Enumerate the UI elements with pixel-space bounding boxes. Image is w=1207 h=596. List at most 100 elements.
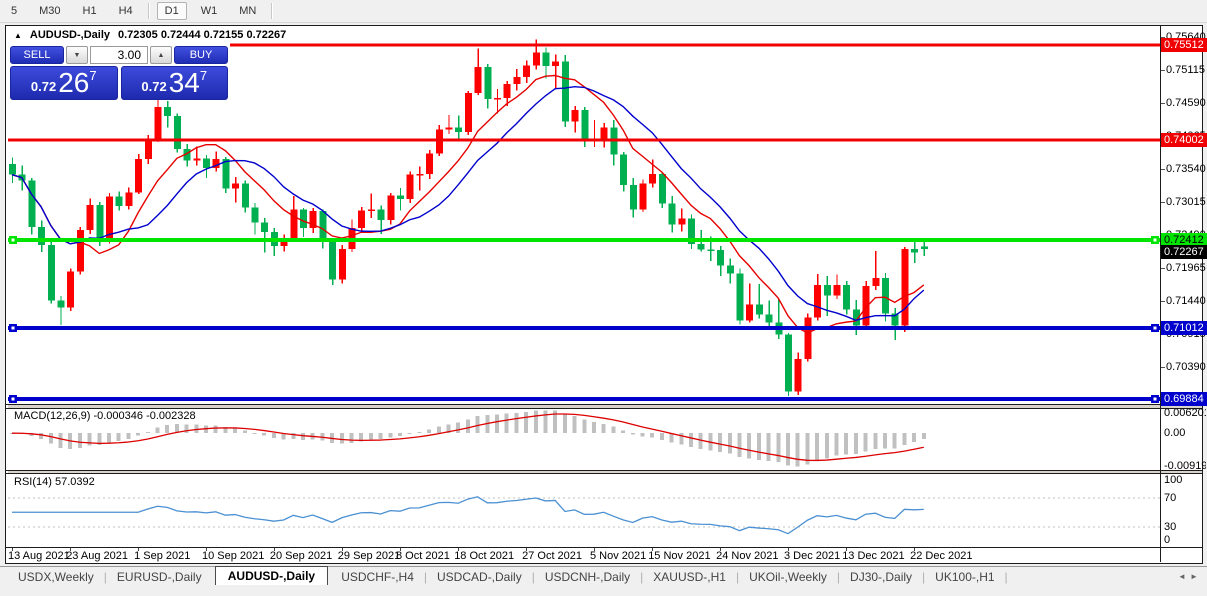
chart-tab-eurusddaily[interactable]: EURUSD-,Daily <box>107 569 212 585</box>
time-tick-label: 15 Nov 2021 <box>648 550 711 562</box>
tab-scroll-right-icon[interactable]: ► <box>1190 572 1198 581</box>
chart-tab-bar: USDX,Weekly|EURUSD-,Daily|AUDUSD-,Daily|… <box>0 565 1207 586</box>
time-tick-label: 5 Nov 2021 <box>590 550 647 562</box>
sell-price-prefix: 0.72 <box>30 79 57 94</box>
chart-ohlc-values: 0.72305 0.72444 0.72155 0.72267 <box>118 29 287 41</box>
time-tick-label: 18 Oct 2021 <box>454 550 515 562</box>
chart-title: ▲ AUDUSD-,Daily 0.72305 0.72444 0.72155 … <box>14 29 286 41</box>
timeframe-button-5[interactable]: 5 <box>3 2 25 20</box>
time-tick-label: 24 Nov 2021 <box>716 550 779 562</box>
price-badge-0.72267: 0.72267 <box>1161 245 1207 260</box>
one-click-trade-panel: SELL ▼ 3.00 ▲ BUY 0.72 26 7 0.72 34 7 <box>10 46 228 101</box>
price-tick-label: 0.74590 <box>1166 97 1206 110</box>
price-tick-label: 0.71440 <box>1166 295 1206 308</box>
spinner-down-icon: ▼ <box>73 51 81 59</box>
rsi-scale-label: 100 <box>1164 474 1183 486</box>
rsi-scale-label: 0 <box>1164 534 1171 546</box>
chart-tab-dj30daily[interactable]: DJ30-,Daily <box>840 569 922 585</box>
time-tick-label: 1 Sep 2021 <box>134 550 191 562</box>
buy-price-pips: 34 <box>168 67 200 98</box>
sell-price-pips: 26 <box>58 67 90 98</box>
chart-tab-ukoilweekly[interactable]: UKOil-,Weekly <box>739 569 837 585</box>
time-tick-label: 10 Sep 2021 <box>202 550 265 562</box>
line-handle[interactable] <box>9 236 17 244</box>
chart-tab-usdchfh4[interactable]: USDCHF-,H4 <box>331 569 424 585</box>
time-tick-label: 22 Dec 2021 <box>910 550 973 562</box>
line-handle[interactable] <box>1151 324 1159 333</box>
tab-separator: | <box>1004 569 1008 584</box>
price-badge-0.74002: 0.74002 <box>1161 133 1207 147</box>
sell-price-button[interactable]: 0.72 26 7 <box>10 66 118 100</box>
price-tick-mark <box>1161 103 1165 105</box>
time-tick-label: 13 Dec 2021 <box>842 550 905 562</box>
chart-tab-usdcaddaily[interactable]: USDCAD-,Daily <box>427 569 532 585</box>
timeframe-button-h4[interactable]: H4 <box>111 2 141 20</box>
price-axis-border <box>1160 26 1161 562</box>
macd-scale-label: 0.006201 <box>1164 407 1206 419</box>
macd-scale-label: 0.00 <box>1164 427 1186 440</box>
price-tick-mark <box>1161 367 1165 369</box>
price-tick-mark <box>1161 70 1165 71</box>
timeframe-toolbar: 5 M30 H1 H4 D1 W1 MN <box>0 0 1207 23</box>
price-tick-label: 0.71965 <box>1166 262 1206 275</box>
price-tick-label: 0.73015 <box>1166 196 1206 209</box>
timeframe-button-m30[interactable]: M30 <box>31 2 68 20</box>
sell-button[interactable]: SELL <box>10 46 64 64</box>
window-collapse-icon[interactable]: ▲ <box>14 31 22 40</box>
mt-terminal: { "toolbar": { "timeframes": ["5","M30",… <box>0 0 1207 596</box>
rsi-plot[interactable] <box>8 473 1160 547</box>
rsi-bottom-border <box>6 547 1202 548</box>
line-handle[interactable] <box>9 394 17 403</box>
time-tick-label: 23 Aug 2021 <box>66 550 128 562</box>
spinner-up-icon: ▲ <box>157 51 165 59</box>
timeframe-button-h1[interactable]: H1 <box>75 2 105 20</box>
toolbar-separator <box>147 3 150 19</box>
timeframe-button-mn[interactable]: MN <box>231 2 264 20</box>
price-tick-mark <box>1161 268 1165 270</box>
line-handle[interactable] <box>1151 236 1159 244</box>
tab-scroll-left-icon[interactable]: ◄ <box>1178 572 1186 581</box>
time-tick-label: 29 Sep 2021 <box>337 550 401 562</box>
chart-tab-audusddaily[interactable]: AUDUSD-,Daily <box>214 565 329 586</box>
chart-tab-uk100h1[interactable]: UK100-,H1 <box>925 569 1004 585</box>
price-badge-0.75512: 0.75512 <box>1161 38 1207 53</box>
status-bar <box>0 585 1207 596</box>
price-tick-mark <box>1161 169 1165 171</box>
chart-tab-xauusdh1[interactable]: XAUUSD-,H1 <box>643 569 736 585</box>
volume-input[interactable]: 3.00 <box>90 46 148 64</box>
buy-button[interactable]: BUY <box>174 46 228 64</box>
macd-top-border <box>6 408 1202 409</box>
price-tick-mark <box>1161 202 1165 204</box>
toolbar-separator <box>271 3 274 19</box>
time-tick-label: 13 Aug 2021 <box>8 550 70 562</box>
time-tick-label: 8 Oct 2021 <box>396 550 450 562</box>
chart-symbol-label: AUDUSD-,Daily <box>29 29 110 41</box>
timeframe-button-d1[interactable]: D1 <box>156 2 187 20</box>
line-handle[interactable] <box>9 324 17 333</box>
time-tick-label: 27 Oct 2021 <box>522 550 583 562</box>
price-tick-label: 0.75115 <box>1166 64 1205 76</box>
rsi-scale-label: 70 <box>1164 491 1177 504</box>
buy-price-button[interactable]: 0.72 34 7 <box>120 66 228 100</box>
price-tick-label: 0.70390 <box>1166 361 1206 374</box>
sell-price-point: 7 <box>89 68 97 83</box>
volume-decrease-button[interactable]: ▼ <box>66 46 88 64</box>
line-handle[interactable] <box>1151 394 1159 403</box>
price-tick-mark <box>1161 301 1165 303</box>
buy-price-point: 7 <box>199 68 208 83</box>
price-badge-0.71012: 0.71012 <box>1161 321 1207 336</box>
time-tick-label: 3 Dec 2021 <box>784 550 841 562</box>
rsi-caption: RSI(14) 57.0392 <box>14 476 95 488</box>
rsi-scale-label: 30 <box>1164 520 1177 533</box>
chart-tab-usdxweekly[interactable]: USDX,Weekly <box>8 569 104 585</box>
main-plot-bottom-border <box>6 404 1202 405</box>
macd-caption: MACD(12,26,9) -0.000346 -0.002328 <box>14 410 196 422</box>
volume-increase-button[interactable]: ▲ <box>150 46 172 64</box>
price-tick-label: 0.73540 <box>1166 163 1206 176</box>
chart-tab-usdcnhdaily[interactable]: USDCNH-,Daily <box>535 569 640 585</box>
timeframe-button-w1[interactable]: W1 <box>193 2 226 20</box>
macd-scale-label: -0.009197 <box>1164 460 1206 472</box>
price-badge-0.69884: 0.69884 <box>1161 391 1207 406</box>
rsi-top-border <box>6 473 1202 474</box>
buy-price-prefix: 0.72 <box>141 79 167 94</box>
